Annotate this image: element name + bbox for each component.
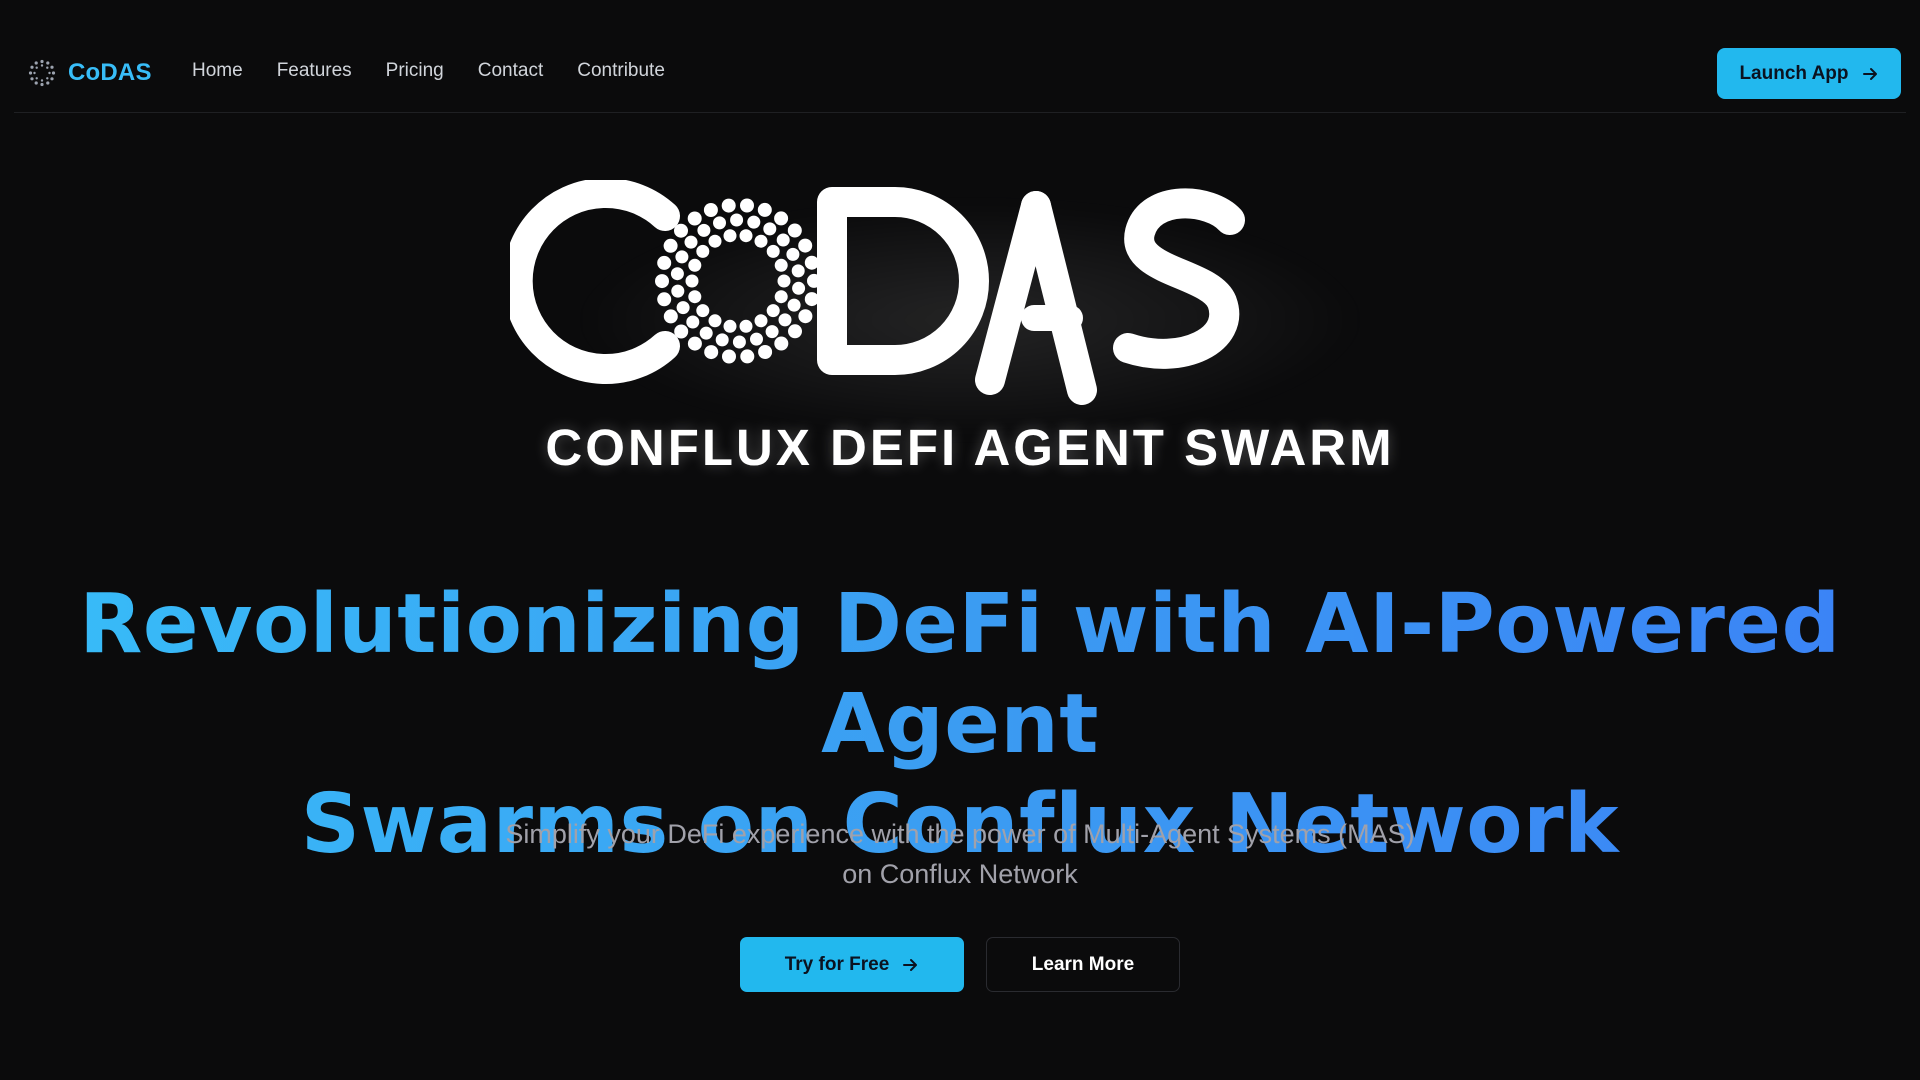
logo-dot bbox=[776, 233, 790, 247]
nav-link-contribute[interactable]: Contribute bbox=[577, 60, 665, 82]
logo-dot bbox=[663, 309, 678, 324]
logo-dot bbox=[686, 315, 700, 329]
launch-app-label: Launch App bbox=[1739, 62, 1849, 84]
logo-dot bbox=[804, 255, 819, 270]
logo-dot bbox=[778, 313, 792, 327]
logo-dot bbox=[730, 213, 744, 227]
logo-dot bbox=[655, 274, 669, 289]
brand-logo-link[interactable]: CoDAS bbox=[28, 55, 152, 91]
logo-dot bbox=[708, 314, 722, 328]
logo-dot bbox=[787, 223, 802, 238]
logo-dot bbox=[704, 345, 719, 360]
hero-subtitle: Simplify your DeFi experience with the p… bbox=[460, 814, 1460, 894]
logo-dot bbox=[774, 211, 789, 226]
logo-dot bbox=[708, 234, 722, 248]
logo-dot bbox=[765, 325, 779, 339]
logo-dot bbox=[798, 309, 813, 324]
logo-dot bbox=[699, 326, 713, 340]
logo-dot bbox=[740, 349, 755, 364]
logo-dot bbox=[663, 238, 678, 253]
logo-dot bbox=[723, 319, 737, 333]
logo-dot bbox=[786, 247, 800, 261]
logo-dot bbox=[671, 284, 685, 298]
logo-dot bbox=[713, 216, 726, 230]
arrow-right-icon bbox=[1862, 67, 1877, 80]
nav-link-home[interactable]: Home bbox=[192, 60, 243, 82]
logo-dot bbox=[777, 274, 791, 288]
logo-dot bbox=[696, 244, 710, 258]
logo-dot bbox=[804, 292, 819, 307]
top-navbar: CoDAS Home Features Pricing Contact Cont… bbox=[14, 0, 1906, 113]
logo-dot bbox=[675, 250, 689, 264]
logo-dot bbox=[723, 229, 737, 243]
logo-dot bbox=[766, 244, 780, 258]
learn-more-label: Learn More bbox=[1031, 953, 1135, 975]
codas-dots-logo-icon bbox=[28, 59, 56, 87]
logo-dot bbox=[674, 223, 688, 238]
nav-links: Home Features Pricing Contact Contribute bbox=[192, 60, 665, 82]
dotted-o-icon bbox=[655, 198, 821, 364]
logo-dot bbox=[722, 349, 736, 364]
nav-link-pricing[interactable]: Pricing bbox=[386, 60, 444, 82]
logo-dot bbox=[676, 301, 690, 315]
logo-dot bbox=[787, 298, 801, 312]
logo-dot bbox=[798, 238, 813, 253]
logo-dot bbox=[754, 234, 768, 248]
logo-dot bbox=[688, 290, 702, 304]
nav-link-contact[interactable]: Contact bbox=[478, 60, 543, 82]
logo-dot bbox=[657, 292, 672, 307]
logo-dot bbox=[732, 335, 746, 349]
nav-link-features[interactable]: Features bbox=[277, 60, 352, 82]
logo-dot bbox=[696, 304, 710, 318]
logo-dot bbox=[754, 314, 768, 328]
hero-cta-row: Try for Free Learn More bbox=[0, 937, 1920, 992]
logo-dot bbox=[721, 198, 736, 213]
logo-dot bbox=[747, 215, 761, 229]
hero-subtitle-line2: on Conflux Network bbox=[842, 859, 1078, 889]
hero-headline-line1: Revolutionizing DeFi with AI-Powered Age… bbox=[79, 577, 1841, 772]
logo-dot bbox=[750, 332, 763, 346]
logo-dot bbox=[757, 202, 772, 217]
logo-dot bbox=[684, 235, 698, 249]
logo-dot bbox=[697, 223, 711, 237]
try-for-free-label: Try for Free bbox=[784, 953, 890, 975]
launch-app-button[interactable]: Launch App bbox=[1717, 48, 1901, 99]
logo-dot bbox=[740, 198, 754, 213]
logo-dot bbox=[685, 274, 699, 288]
logo-dot bbox=[763, 222, 777, 236]
logo-dot bbox=[758, 345, 773, 359]
logo-dot bbox=[792, 281, 806, 295]
hero-subtitle-line1: Simplify your DeFi experience with the p… bbox=[505, 819, 1415, 849]
logo-dot bbox=[774, 290, 788, 304]
logo-dot bbox=[703, 203, 718, 217]
logo-dot bbox=[657, 255, 672, 270]
logo-dot bbox=[688, 258, 702, 272]
logo-dot bbox=[774, 336, 789, 351]
try-for-free-button[interactable]: Try for Free bbox=[740, 937, 964, 992]
logo-dot bbox=[766, 304, 780, 318]
logo-dot bbox=[715, 333, 729, 347]
brand-name: CoDAS bbox=[68, 59, 152, 86]
logo-dot bbox=[674, 324, 689, 339]
logo-dot bbox=[687, 211, 702, 226]
logo-dot bbox=[739, 229, 753, 243]
arrow-right-icon bbox=[903, 958, 918, 971]
logo-dot bbox=[791, 264, 805, 278]
logo-dot bbox=[687, 336, 702, 351]
hero-logo: CONFLUX DEFI AGENT SWARM bbox=[510, 180, 1430, 500]
learn-more-button[interactable]: Learn More bbox=[986, 937, 1180, 992]
logo-dot bbox=[788, 324, 802, 339]
logo-dot bbox=[739, 319, 753, 333]
logo-dot bbox=[670, 267, 684, 281]
logo-tagline: CONFLUX DEFI AGENT SWARM bbox=[545, 419, 1395, 476]
logo-dot bbox=[774, 258, 788, 272]
